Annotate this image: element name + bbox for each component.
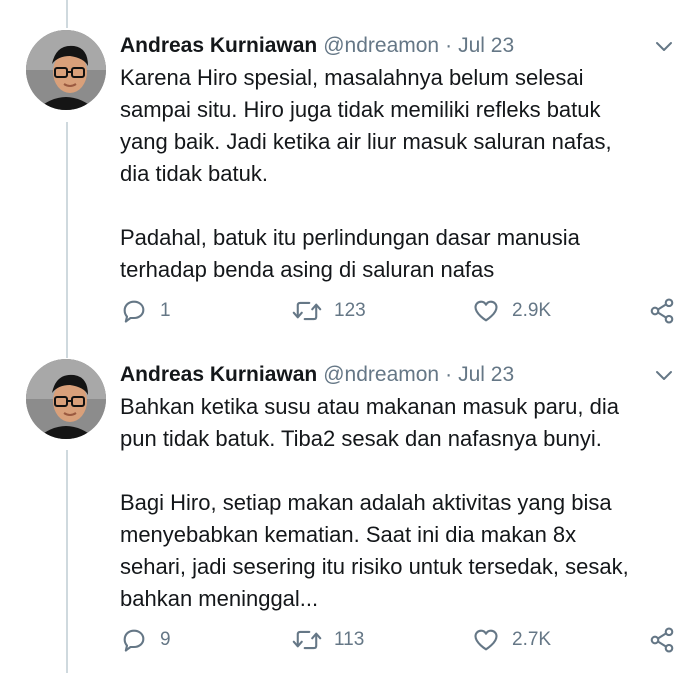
reply-icon	[123, 629, 145, 652]
separator-dot: ·	[445, 34, 453, 57]
retweet-button[interactable]: 113	[292, 625, 364, 655]
retweet-count: 113	[334, 629, 365, 650]
like-count: 2.9K	[512, 300, 552, 321]
reply-button[interactable]: 1	[120, 296, 171, 326]
retweet-button[interactable]: 123	[292, 296, 366, 326]
tweet-actions: 9 113 2.7K	[120, 625, 680, 655]
avatar-photo	[26, 30, 106, 110]
like-button[interactable]: 2.9K	[472, 296, 551, 326]
retweet-icon	[292, 630, 322, 650]
share-icon	[650, 627, 674, 653]
reply-count: 9	[160, 629, 171, 650]
share-button[interactable]	[648, 625, 676, 655]
thread-line-top	[66, 0, 68, 28]
heart-icon	[474, 629, 498, 651]
author-handle[interactable]: @ndreamon	[323, 363, 439, 387]
tweet[interactable]: Andreas Kurniawan @ndreamon · Jul 23 Bah…	[0, 359, 700, 673]
avatar[interactable]	[26, 30, 106, 110]
like-button[interactable]: 2.7K	[472, 625, 551, 655]
tweet-date[interactable]: Jul 23	[458, 363, 514, 387]
retweet-count: 123	[334, 300, 366, 321]
like-count: 2.7K	[512, 629, 552, 650]
tweet-header: Andreas Kurniawan @ndreamon · Jul 23	[120, 30, 514, 62]
tweet-text: Bahkan ketika susu atau makanan masuk pa…	[120, 394, 629, 611]
tweet-actions: 1 123 2.9K	[120, 296, 680, 326]
chevron-down-icon[interactable]	[654, 36, 674, 56]
author-name[interactable]: Andreas Kurniawan	[120, 34, 317, 58]
reply-icon	[123, 300, 145, 323]
tweet[interactable]: Andreas Kurniawan @ndreamon · Jul 23 Kar…	[0, 30, 700, 340]
heart-icon	[474, 300, 498, 322]
author-name[interactable]: Andreas Kurniawan	[120, 363, 317, 387]
share-icon	[650, 298, 674, 324]
reply-count: 1	[160, 300, 171, 321]
retweet-icon	[292, 301, 322, 321]
tweet-text: Karena Hiro spesial, masalahnya belum se…	[120, 65, 612, 282]
tweet-date[interactable]: Jul 23	[458, 34, 514, 58]
separator-dot: ·	[445, 363, 453, 386]
chevron-down-icon[interactable]	[654, 365, 674, 385]
author-handle[interactable]: @ndreamon	[323, 34, 439, 58]
avatar-photo	[26, 359, 106, 439]
reply-button[interactable]: 9	[120, 625, 171, 655]
share-button[interactable]	[648, 296, 676, 326]
tweet-header: Andreas Kurniawan @ndreamon · Jul 23	[120, 359, 514, 391]
avatar[interactable]	[26, 359, 106, 439]
